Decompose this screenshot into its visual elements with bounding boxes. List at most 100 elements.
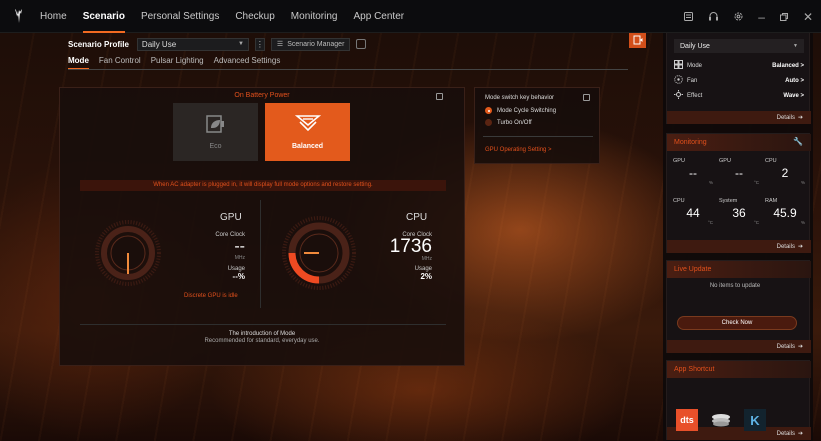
info-icon[interactable] xyxy=(356,39,367,49)
gpu-core-clock-value: -- xyxy=(234,238,245,255)
monitoring-card: Monitoring 🔧 GPU -- % GPU -- °C CPU 2 % … xyxy=(666,133,811,253)
mode-eco-label: Eco xyxy=(209,143,222,150)
radio-unselected-icon xyxy=(485,119,492,126)
monitor-unit: °C xyxy=(753,180,759,185)
mode-eco-button[interactable]: Eco xyxy=(173,103,258,161)
scenario-profile-select[interactable]: Daily Use ▼ xyxy=(136,37,249,51)
tab-advanced-settings[interactable]: Advanced Settings xyxy=(214,56,281,70)
gpu-gauge xyxy=(95,220,161,286)
monitor-unit: °C xyxy=(707,220,713,225)
no-updates-text: No items to update xyxy=(709,283,761,289)
quick-details-button[interactable]: Details ➔ xyxy=(667,111,811,124)
monitor-label: CPU xyxy=(673,198,685,204)
scenario-manager-label: Scenario Manager xyxy=(287,40,345,48)
switch-panel-divider xyxy=(483,136,593,137)
radio-mode-cycle-label: Mode Cycle Switching xyxy=(497,107,557,114)
mode-balanced-button[interactable]: Balanced xyxy=(265,103,350,161)
eco-leaf-icon xyxy=(205,113,227,135)
restore-icon[interactable] xyxy=(779,12,789,22)
chevron-down-icon: ▼ xyxy=(793,43,798,49)
ac-adapter-notice: When AC adapter is plugged in, it will d… xyxy=(80,180,446,191)
gpu-title: GPU xyxy=(220,212,242,223)
monitor-value: 44 xyxy=(686,206,700,220)
monitor-cpu-temp: CPU 44 °C xyxy=(673,198,713,225)
details-label: Details xyxy=(776,343,795,350)
balanced-chevron-icon xyxy=(294,113,321,135)
monitor-unit: % xyxy=(708,180,713,185)
monitor-system-temp: System 36 °C xyxy=(719,198,759,225)
details-label: Details xyxy=(776,243,795,250)
minimize-icon[interactable]: – xyxy=(758,10,765,24)
cpu-core-clock-value: 1736 xyxy=(389,236,432,257)
quick-effect-value: Wave > xyxy=(783,92,804,99)
headset-icon[interactable] xyxy=(708,11,719,22)
monitor-unit: °C xyxy=(753,220,759,225)
arrow-right-icon: ➔ xyxy=(797,115,803,121)
close-icon[interactable]: ✕ xyxy=(803,10,813,24)
nav-checkup[interactable]: Checkup xyxy=(235,0,274,33)
gpu-operating-setting-link[interactable]: GPU Operating Setting > xyxy=(485,147,552,153)
mode-intro-text: Recommended for standard, everyday use. xyxy=(204,338,320,344)
gpu-core-clock-unit: MHz xyxy=(234,255,245,261)
live-update-details-button[interactable]: Details ➔ xyxy=(667,340,811,353)
quick-fan-label: Fan xyxy=(687,77,698,84)
check-now-button[interactable]: Check Now xyxy=(677,316,797,330)
tab-mode[interactable]: Mode xyxy=(68,56,89,70)
gpu-idle-note: Discrete GPU is idle xyxy=(184,293,238,299)
panel-divider xyxy=(80,324,446,325)
radio-turbo-on-off[interactable]: Turbo On/Off xyxy=(485,119,532,126)
arrow-right-icon: ➔ xyxy=(797,344,803,350)
nav-personal-settings[interactable]: Personal Settings xyxy=(141,0,219,33)
more-options-icon[interactable]: ⋮ xyxy=(254,37,265,51)
quick-fan-row[interactable]: Fan Auto > xyxy=(674,75,804,86)
radio-turbo-label: Turbo On/Off xyxy=(497,119,532,126)
mode-grid-icon xyxy=(674,60,683,71)
info-icon[interactable] xyxy=(583,94,590,101)
effect-sun-icon xyxy=(674,90,683,101)
wrench-icon[interactable]: 🔧 xyxy=(793,137,803,146)
nav-monitoring[interactable]: Monitoring xyxy=(291,0,338,33)
monitor-label: RAM xyxy=(765,198,778,204)
info-icon[interactable] xyxy=(436,93,443,100)
nav-scenario[interactable]: Scenario xyxy=(82,0,125,33)
radio-mode-cycle-switching[interactable]: Mode Cycle Switching xyxy=(485,107,556,114)
tab-pulsar-lighting[interactable]: Pulsar Lighting xyxy=(151,56,204,70)
settings-gear-icon[interactable] xyxy=(733,11,744,22)
monitoring-details-button[interactable]: Details ➔ xyxy=(667,240,811,253)
scenario-profile-value: Daily Use xyxy=(141,39,177,49)
chevron-down-icon: ▼ xyxy=(237,41,244,47)
side-panel-toggle-icon[interactable] xyxy=(629,31,646,48)
gauge-divider xyxy=(260,200,261,308)
app-cloud-icon[interactable] xyxy=(710,409,732,431)
nav-home[interactable]: Home xyxy=(40,0,67,33)
monitor-value: 2 xyxy=(781,166,789,180)
cpu-gauge xyxy=(282,216,356,290)
nav-app-center[interactable]: App Center xyxy=(354,0,405,33)
tab-fan-control[interactable]: Fan Control xyxy=(99,56,141,70)
app-dts-icon[interactable]: dts xyxy=(676,409,698,431)
fan-icon xyxy=(674,75,683,86)
quick-mode-row[interactable]: Mode Balanced > xyxy=(674,60,804,71)
quick-effect-label: Effect xyxy=(687,92,703,99)
monitor-cpu-usage: CPU 2 % xyxy=(765,158,805,185)
quick-effect-row[interactable]: Effect Wave > xyxy=(674,90,804,101)
cpu-usage-value: 2% xyxy=(420,272,432,281)
mode-introduction: The introduction of Mode Recommended for… xyxy=(60,331,464,344)
monitor-value: -- xyxy=(735,166,743,180)
radio-selected-icon xyxy=(485,107,492,114)
monitor-gpu-temp: GPU -- °C xyxy=(719,158,759,185)
quick-mode-value: Balanced > xyxy=(772,62,804,69)
notes-icon[interactable] xyxy=(683,11,694,22)
predator-logo xyxy=(0,0,36,33)
monitor-label: CPU xyxy=(765,158,777,164)
monitor-label: System xyxy=(719,198,738,204)
app-killer-icon[interactable]: K xyxy=(744,409,766,431)
quick-fan-value: Auto > xyxy=(785,77,804,84)
mode-switch-header: Mode switch key behavior xyxy=(485,95,555,101)
live-update-card: Live Update Details ➔ xyxy=(666,260,811,353)
scenario-manager-button[interactable]: ☰ Scenario Manager xyxy=(270,37,351,51)
right-profile-dropdown[interactable]: Daily Use ▼ xyxy=(674,39,804,53)
gpu-usage-value: --% xyxy=(232,272,245,281)
monitor-label: GPU xyxy=(719,158,731,164)
details-label: Details xyxy=(776,114,795,121)
